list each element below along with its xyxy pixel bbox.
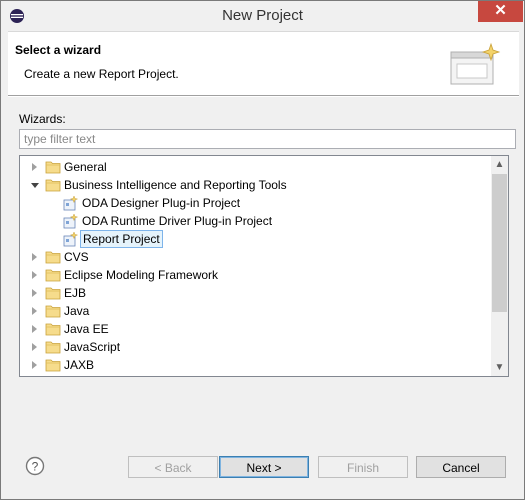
close-icon: ✕ [494, 2, 507, 19]
folder-icon [45, 358, 61, 372]
tree-folder-item[interactable]: Java [20, 302, 490, 320]
tree-item-label: Report Project [80, 230, 163, 248]
folder-icon [45, 160, 61, 174]
collapsed-arrow-icon[interactable] [32, 253, 37, 261]
collapsed-arrow-icon[interactable] [32, 289, 37, 297]
expanded-arrow-icon[interactable] [31, 183, 39, 188]
tree-item-label: JAXB [64, 358, 95, 372]
tree-item-label: EJB [64, 286, 87, 300]
tree-item-label: General [64, 160, 107, 174]
folder-icon [45, 250, 61, 264]
tree-folder-item[interactable]: Java EE [20, 320, 490, 338]
tree-item-label: Java [64, 304, 90, 318]
window-title: New Project [222, 7, 303, 24]
banner-title: Select a wizard [15, 43, 102, 57]
tree-folder-item[interactable]: Business Intelligence and Reporting Tool… [20, 176, 490, 194]
tree-folder-item[interactable]: Eclipse Modeling Framework [20, 266, 490, 284]
tree-item-label: ODA Designer Plug-in Project [82, 196, 241, 210]
folder-icon [45, 304, 61, 318]
tree-folder-item[interactable]: JavaScript [20, 338, 490, 356]
new-project-dialog: New Project ✕ Select a wizard Create a n… [0, 0, 525, 500]
collapsed-arrow-icon[interactable] [32, 271, 37, 279]
next-button[interactable]: Next > [219, 456, 309, 478]
help-icon[interactable]: ? [25, 456, 45, 476]
banner-separator [8, 95, 519, 97]
tree-item-label: Business Intelligence and Reporting Tool… [64, 178, 287, 192]
finish-button[interactable]: Finish [318, 456, 408, 478]
collapsed-arrow-icon[interactable] [32, 361, 37, 369]
wizard-banner: Select a wizard Create a new Report Proj… [8, 31, 519, 95]
tree-folder-item[interactable]: JAXB [20, 356, 490, 374]
scroll-up-arrow-icon[interactable]: ▲ [491, 156, 508, 173]
back-button[interactable]: < Back [128, 456, 218, 478]
wizard-project-icon [62, 195, 79, 211]
wizard-project-icon [62, 213, 79, 229]
scroll-thumb[interactable] [492, 174, 507, 312]
collapsed-arrow-icon[interactable] [32, 343, 37, 351]
wizards-tree[interactable]: ▲ ▼ General Business Intelligence and Rep… [19, 155, 509, 377]
folder-icon [45, 268, 61, 282]
wizards-label: Wizards: [19, 112, 66, 126]
tree-wizard-item[interactable]: ODA Runtime Driver Plug-in Project [20, 212, 490, 230]
tree-folder-item[interactable]: General [20, 158, 490, 176]
tree-wizard-item[interactable]: ODA Designer Plug-in Project [20, 194, 490, 212]
tree-item-label: ODA Runtime Driver Plug-in Project [82, 214, 273, 228]
svg-text:?: ? [32, 460, 39, 474]
new-wizard-icon [450, 42, 501, 85]
title-bar[interactable]: New Project ✕ [1, 1, 524, 31]
folder-icon [45, 322, 61, 336]
collapsed-arrow-icon[interactable] [32, 325, 37, 333]
tree-item-label: JavaScript [64, 340, 121, 354]
collapsed-arrow-icon[interactable] [32, 307, 37, 315]
banner-description: Create a new Report Project. [24, 67, 179, 81]
close-button[interactable]: ✕ [478, 1, 523, 22]
tree-item-label: Java EE [64, 322, 109, 336]
folder-icon [45, 178, 61, 192]
folder-icon [45, 340, 61, 354]
tree-wizard-item[interactable]: Report Project [20, 230, 490, 248]
tree-folder-item[interactable]: CVS [20, 248, 490, 266]
cancel-button[interactable]: Cancel [416, 456, 506, 478]
tree-item-label: CVS [64, 250, 89, 264]
scroll-down-arrow-icon[interactable]: ▼ [491, 359, 508, 376]
tree-item-label: Eclipse Modeling Framework [64, 268, 219, 282]
wizard-project-icon [62, 231, 79, 247]
tree-scrollbar[interactable]: ▲ ▼ [491, 156, 508, 376]
filter-input[interactable] [19, 129, 516, 149]
folder-icon [45, 286, 61, 300]
collapsed-arrow-icon[interactable] [32, 163, 37, 171]
tree-folder-item[interactable]: EJB [20, 284, 490, 302]
